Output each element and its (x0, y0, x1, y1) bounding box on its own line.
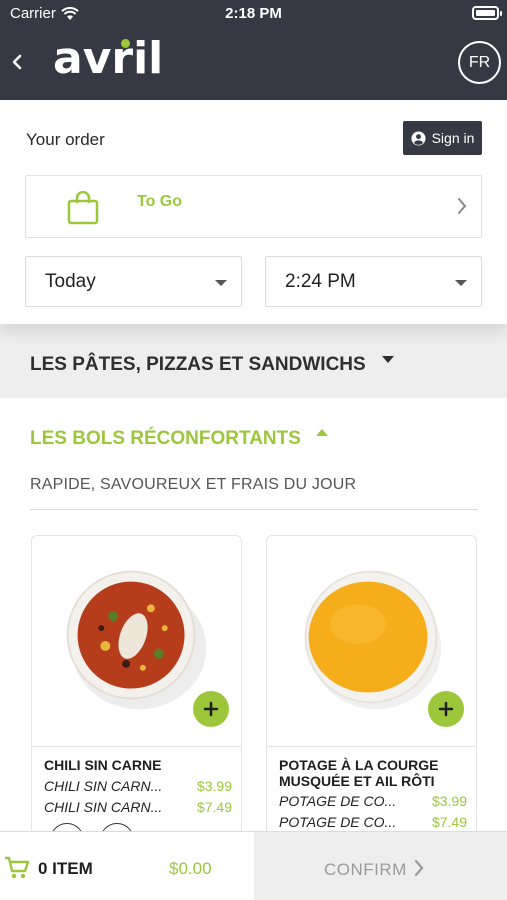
category-bols-label[interactable]: LES BOLS RÉCONFORTANTS (30, 428, 301, 450)
confirm-button[interactable]: CONFIRM (254, 831, 507, 900)
chevron-right-icon (458, 198, 467, 214)
variant-price: $3.99 (431, 793, 467, 809)
order-title: Your order (26, 130, 105, 149)
category-subtitle: RAPIDE, SAVOUREUX ET FRAIS DU JOUR (30, 476, 357, 493)
shopping-cart-icon (5, 856, 30, 879)
variant-price: $3.99 (196, 778, 232, 794)
variant-price: $7.49 (196, 799, 232, 815)
cart-bar: 0 ITEM $0.00 CONFIRM (0, 831, 507, 900)
caret-down-icon[interactable] (382, 356, 394, 363)
cart-summary[interactable]: 0 ITEM $0.00 (0, 831, 254, 900)
cart-item-count: 0 ITEM (38, 859, 93, 878)
chevron-left-icon (12, 54, 22, 70)
card-divider (267, 746, 476, 747)
logo-accent-dot (121, 39, 130, 48)
shopping-bag-icon (67, 191, 99, 225)
plus-icon (438, 701, 454, 717)
category-pates-pizzas[interactable]: LES PÂTES, PIZZAS ET SANDWICHS (0, 324, 507, 398)
divider (30, 509, 478, 510)
order-panel: Your order Sign in To Go Today 2:24 PM (0, 100, 507, 324)
caret-up-icon[interactable] (316, 429, 328, 436)
variant-name: CHILI SIN CARN... (44, 778, 163, 794)
cart-total: $0.00 (169, 859, 212, 878)
category-label: LES PÂTES, PIZZAS ET SANDWICHS (30, 354, 366, 375)
battery-icon (472, 6, 502, 20)
card-divider (32, 746, 241, 747)
dropdown-caret-icon (455, 280, 467, 286)
time-value: 2:24 PM (285, 271, 356, 292)
status-time: 2:18 PM (225, 5, 282, 22)
confirm-label: CONFIRM (324, 860, 407, 879)
order-mode-selector[interactable]: To Go (25, 175, 482, 238)
dropdown-caret-icon (215, 280, 227, 286)
variant-name: POTAGE DE CO... (279, 793, 397, 809)
variant-name: POTAGE DE CO... (279, 814, 397, 830)
brand-logo: avril (53, 33, 164, 84)
time-select[interactable]: 2:24 PM (265, 256, 482, 307)
order-mode-label: To Go (137, 193, 183, 210)
sign-in-button[interactable]: Sign in (403, 121, 482, 155)
user-icon (411, 130, 426, 146)
product-card-potage[interactable]: POTAGE À LA COURGE MUSQUÉE ET AIL RÔTI P… (266, 535, 477, 855)
app-header: Carrier 2:18 PM avril FR (0, 0, 507, 100)
status-bar: Carrier 2:18 PM (0, 0, 507, 28)
back-button[interactable] (6, 48, 28, 76)
day-select[interactable]: Today (25, 256, 242, 307)
variant-name: CHILI SIN CARN... (44, 799, 163, 815)
sign-in-label: Sign in (431, 130, 475, 146)
day-value: Today (45, 271, 96, 292)
add-to-cart-button[interactable] (428, 691, 464, 727)
chevron-right-icon (414, 859, 424, 877)
add-to-cart-button[interactable] (193, 691, 229, 727)
product-name: POTAGE À LA COURGE MUSQUÉE ET AIL RÔTI (279, 757, 439, 789)
language-button[interactable]: FR (458, 41, 501, 84)
product-card-chili[interactable]: CHILI SIN CARNE CHILI SIN CARN... $3.99 … (31, 535, 242, 855)
product-name: CHILI SIN CARNE (44, 757, 162, 773)
plus-icon (203, 701, 219, 717)
variant-price: $7.49 (431, 814, 467, 830)
